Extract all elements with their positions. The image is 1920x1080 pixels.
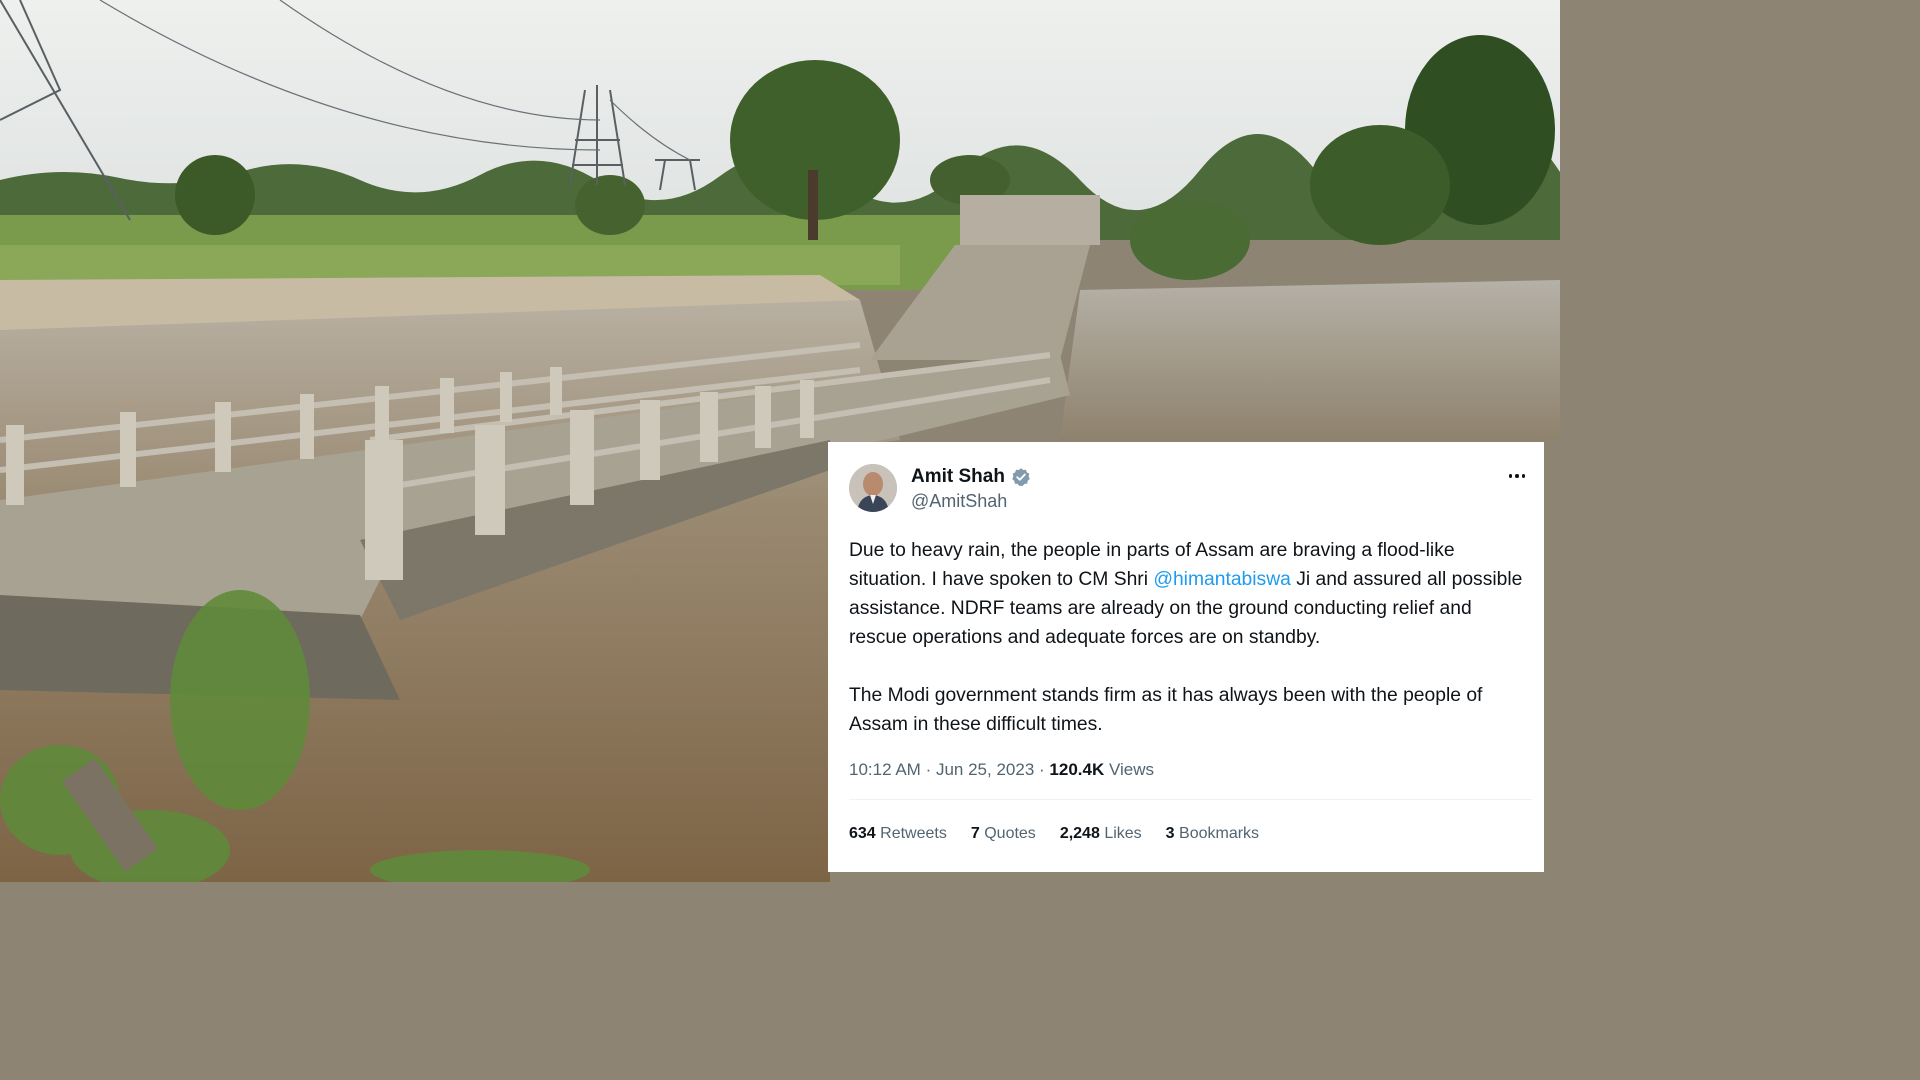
- quotes-label: Quotes: [984, 825, 1036, 842]
- bookmarks-count: 3: [1165, 825, 1175, 842]
- quotes-count: 7: [970, 825, 980, 842]
- author-name[interactable]: Amit Shah: [911, 466, 1031, 488]
- tweet-meta: 10:12 AM · Jun 25, 2023 · 120.4K Views: [849, 760, 1154, 780]
- meta-separator: ·: [925, 760, 932, 779]
- author-avatar[interactable]: [849, 464, 897, 512]
- likes-label: Likes: [1104, 825, 1142, 842]
- tweet-text: Due to heavy rain, the people in parts o…: [849, 536, 1529, 739]
- more-options-icon[interactable]: [1502, 464, 1532, 488]
- tweet-stats: 634 Retweets 7 Quotes 2,248 Likes 3 Book…: [849, 825, 1259, 843]
- mention-link[interactable]: @himantabiswa: [1153, 569, 1290, 590]
- author-name-text[interactable]: Amit Shah: [911, 466, 1005, 488]
- retweets-stat[interactable]: 634 Retweets: [849, 825, 947, 843]
- retweets-count: 634: [849, 825, 876, 842]
- meta-separator-2: ·: [1039, 760, 1045, 779]
- tweet-date[interactable]: Jun 25, 2023: [936, 760, 1034, 779]
- likes-count: 2,248: [1059, 825, 1100, 842]
- quotes-stat[interactable]: 7 Quotes: [971, 825, 1036, 843]
- likes-stat[interactable]: 2,248 Likes: [1060, 825, 1142, 843]
- views-count: 120.4K: [1049, 760, 1105, 779]
- author-handle[interactable]: @AmitShah: [911, 491, 1007, 512]
- retweets-label: Retweets: [880, 825, 947, 842]
- views-label: Views: [1108, 760, 1155, 779]
- divider: [849, 799, 1532, 800]
- verified-badge-icon: [1011, 467, 1031, 487]
- tweet-paragraph-1: Due to heavy rain, the people in parts o…: [849, 536, 1529, 652]
- tweet-time[interactable]: 10:12 AM: [849, 760, 921, 779]
- bookmarks-stat[interactable]: 3 Bookmarks: [1166, 825, 1259, 843]
- bookmarks-label: Bookmarks: [1179, 825, 1260, 842]
- tweet-paragraph-2: The Modi government stands firm as it ha…: [849, 685, 1483, 735]
- tweet-card: Amit Shah @AmitShah Due to heavy rain, t…: [828, 442, 1544, 872]
